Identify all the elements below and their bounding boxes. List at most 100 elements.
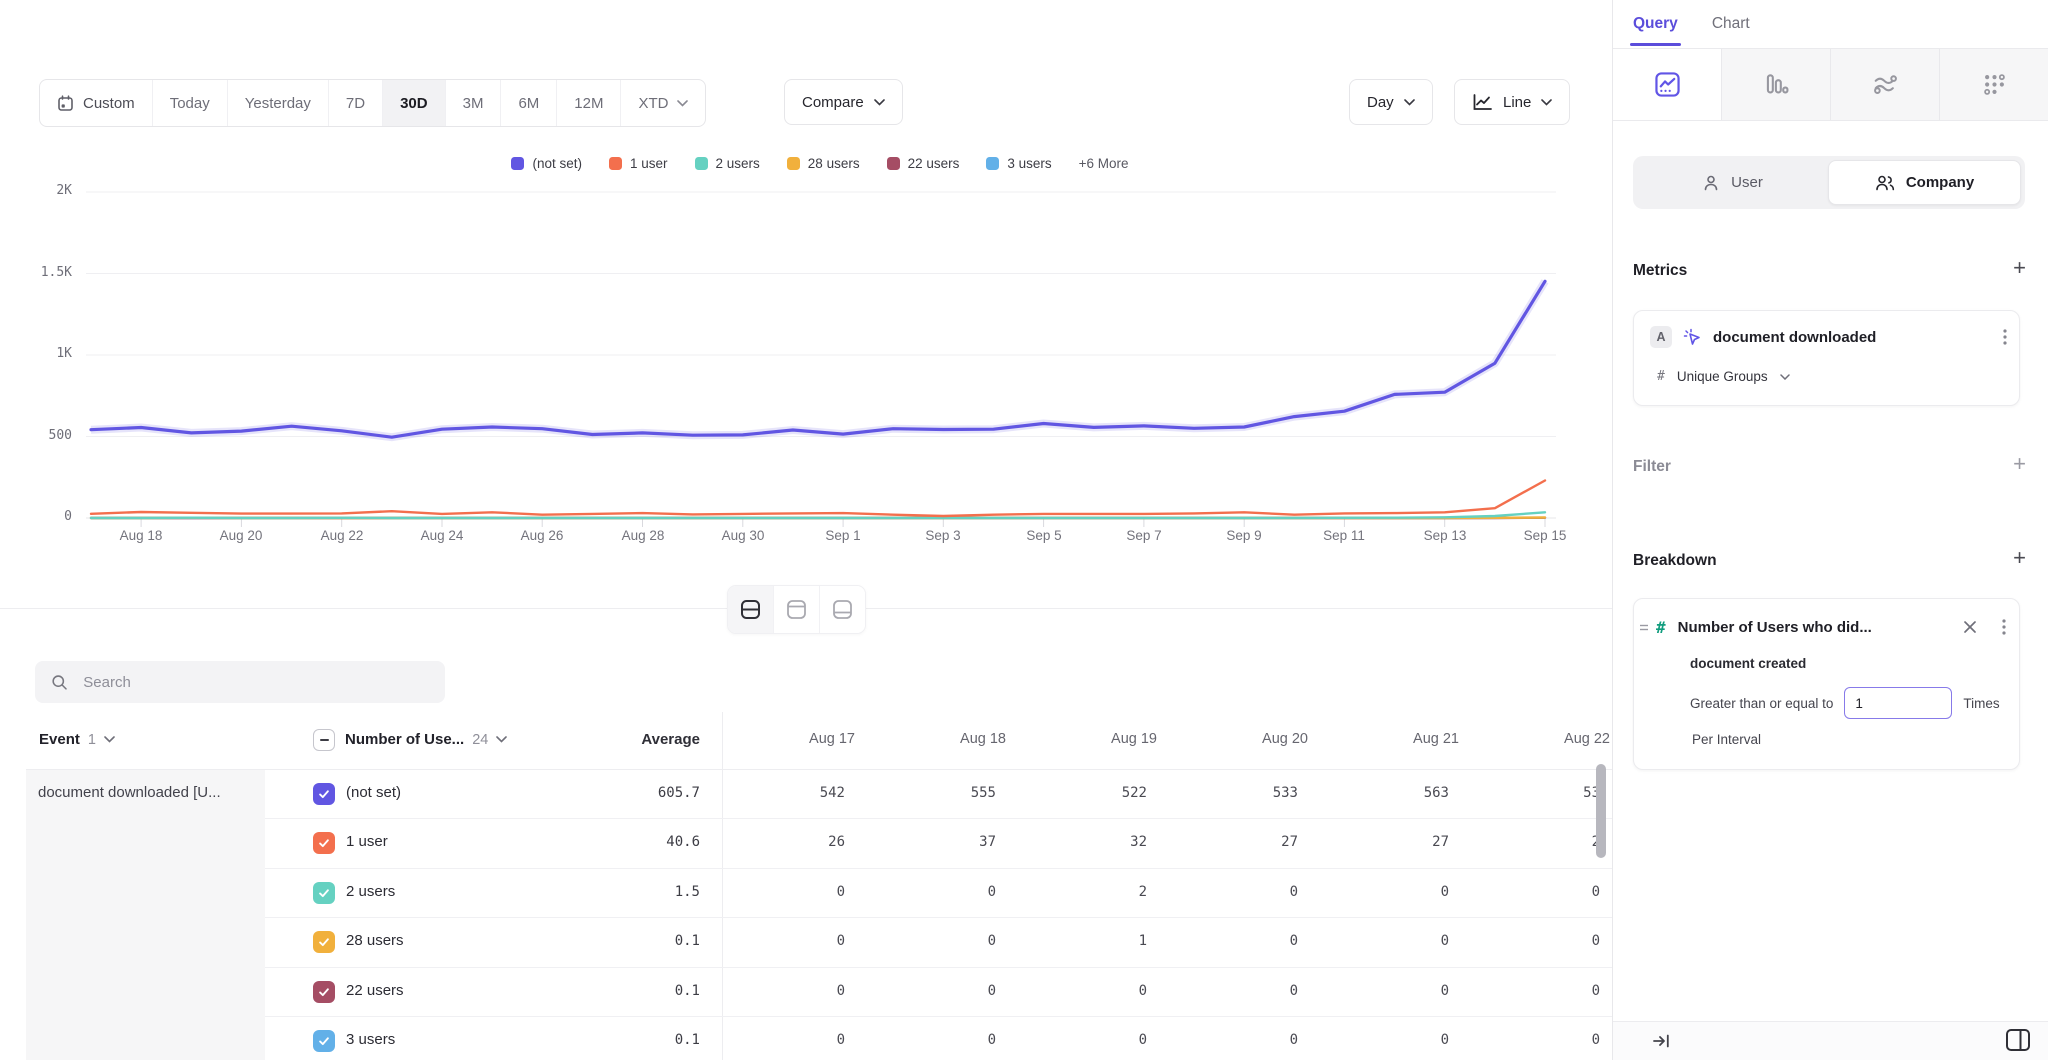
breakdown-card[interactable]: # Number of Users who did... document cr…: [1633, 598, 2020, 770]
y-axis-label: 1K: [14, 346, 72, 361]
row-value: 0: [1175, 933, 1326, 949]
event-column-header[interactable]: Event 1: [39, 731, 115, 748]
x-axis-label: Aug 28: [597, 528, 689, 543]
close-icon[interactable]: [1963, 620, 1977, 634]
row-checkbox[interactable]: [313, 1030, 335, 1052]
row-value: 542: [722, 785, 873, 801]
row-value: 0: [1175, 884, 1326, 900]
row-value: 2: [1024, 884, 1175, 900]
line-chart-icon: [1472, 93, 1493, 112]
measure-selector[interactable]: Unique Groups: [1677, 369, 1768, 384]
row-value: 0: [1326, 1032, 1477, 1048]
group-column-header[interactable]: Number of Use... 24: [345, 731, 507, 748]
table-row[interactable]: 22 users 0.1 000000: [265, 968, 1613, 1017]
row-value: 27: [1175, 834, 1326, 850]
date-column-header[interactable]: Aug 17: [722, 731, 873, 747]
series-line[interactable]: [91, 281, 1545, 437]
date-column-header[interactable]: Aug 21: [1326, 731, 1477, 747]
add-filter-button[interactable]: +: [2013, 454, 2026, 474]
table-body: (not set) 605.7 54255552253356353 1 user…: [265, 770, 1613, 1060]
search-input[interactable]: [81, 673, 429, 692]
table-row[interactable]: (not set) 605.7 54255552253356353: [265, 770, 1613, 819]
table-row[interactable]: 1 user 40.6 26373227272: [265, 819, 1613, 868]
table-only-icon: [831, 598, 854, 621]
range-30d[interactable]: 30D: [382, 80, 445, 126]
range-7d[interactable]: 7D: [328, 80, 382, 126]
chart-type-line[interactable]: [1613, 49, 1721, 120]
check-icon: [317, 886, 331, 900]
series-line[interactable]: [91, 481, 1545, 517]
date-column-header[interactable]: Aug 20: [1175, 731, 1326, 747]
chart-type-bar[interactable]: [1721, 49, 1830, 120]
chart-type-selector: [1613, 49, 2048, 121]
tab-chart[interactable]: Chart: [1712, 15, 1750, 33]
legend-item[interactable]: (not set): [511, 156, 582, 171]
row-value: 27: [1326, 834, 1477, 850]
legend-swatch: [787, 157, 800, 170]
range-today[interactable]: Today: [152, 80, 227, 126]
add-breakdown-button[interactable]: +: [2013, 548, 2026, 568]
row-checkbox[interactable]: [313, 783, 335, 805]
legend-swatch: [695, 157, 708, 170]
range-6m[interactable]: 6M: [500, 80, 556, 126]
row-checkbox[interactable]: [313, 832, 335, 854]
legend-more[interactable]: +6 More: [1079, 156, 1129, 171]
range-custom[interactable]: Custom: [40, 80, 152, 126]
chart-style-button[interactable]: Line: [1454, 79, 1570, 125]
table-row[interactable]: 28 users 0.1 001000: [265, 918, 1613, 967]
kebab-menu-icon[interactable]: [2003, 329, 2007, 345]
tab-query[interactable]: Query: [1633, 15, 1678, 33]
legend-swatch: [511, 157, 524, 170]
legend-item[interactable]: 22 users: [887, 156, 960, 171]
legend-item[interactable]: 2 users: [695, 156, 760, 171]
entity-option-company[interactable]: Company: [1828, 160, 2021, 205]
event-cell[interactable]: document downloaded [U...: [26, 770, 265, 1060]
select-all-checkbox[interactable]: [313, 729, 335, 751]
kebab-menu-icon[interactable]: [2002, 619, 2006, 635]
compare-button[interactable]: Compare: [784, 79, 903, 125]
date-column-header[interactable]: Aug 19: [1024, 731, 1175, 747]
view-toggle-chart-only[interactable]: [773, 586, 819, 633]
legend-item[interactable]: 28 users: [787, 156, 860, 171]
granularity-button[interactable]: Day: [1349, 79, 1433, 125]
add-metric-button[interactable]: +: [2013, 258, 2026, 278]
split-panel-icon[interactable]: [2004, 1027, 2032, 1053]
date-range-segmented-control: CustomTodayYesterday7D30D3M6M12MXTD: [39, 79, 706, 127]
row-checkbox[interactable]: [313, 882, 335, 904]
metric-badge: A: [1650, 326, 1672, 348]
legend-item[interactable]: 1 user: [609, 156, 668, 171]
date-column-header[interactable]: Aug 22: [1477, 731, 1613, 747]
table-scrollbar[interactable]: [1596, 764, 1606, 858]
range-3m[interactable]: 3M: [445, 80, 501, 126]
granularity-label: Day: [1367, 94, 1394, 111]
metric-card[interactable]: A document downloaded # Unique Groups: [1633, 310, 2020, 406]
query-panel: Query Chart: [1613, 0, 2048, 1060]
range-12m[interactable]: 12M: [556, 80, 620, 126]
date-column-header[interactable]: Aug 18: [873, 731, 1024, 747]
legend-item[interactable]: 3 users: [986, 156, 1051, 171]
breakdown-value-input[interactable]: [1844, 687, 1952, 719]
x-axis-label: Aug 24: [396, 528, 488, 543]
chart-type-more[interactable]: [1939, 49, 2048, 120]
line-chart[interactable]: [80, 180, 1560, 532]
entity-option-user[interactable]: User: [1637, 160, 1828, 205]
check-icon: [317, 836, 331, 850]
row-value: 0: [1024, 983, 1175, 999]
table-row[interactable]: 3 users 0.1 000000: [265, 1017, 1613, 1060]
legend-swatch: [887, 157, 900, 170]
drag-handle-icon[interactable]: [1639, 623, 1649, 633]
collapse-panel-icon[interactable]: [1652, 1032, 1671, 1050]
breakdown-heading: Breakdown: [1633, 552, 1717, 570]
chevron-down-icon: [874, 99, 885, 106]
view-toggle-table-only[interactable]: [819, 586, 865, 633]
chart-type-flow[interactable]: [1830, 49, 1939, 120]
breakdown-per-interval[interactable]: Per Interval: [1692, 732, 1761, 747]
range-yesterday[interactable]: Yesterday: [227, 80, 328, 126]
row-checkbox[interactable]: [313, 931, 335, 953]
row-label: 2 users: [346, 883, 395, 900]
row-checkbox[interactable]: [313, 981, 335, 1003]
range-xtd[interactable]: XTD: [620, 80, 705, 126]
view-toggle-split-view[interactable]: [728, 586, 773, 633]
table-row[interactable]: 2 users 1.5 002000: [265, 869, 1613, 918]
average-column-header[interactable]: Average: [550, 731, 700, 748]
